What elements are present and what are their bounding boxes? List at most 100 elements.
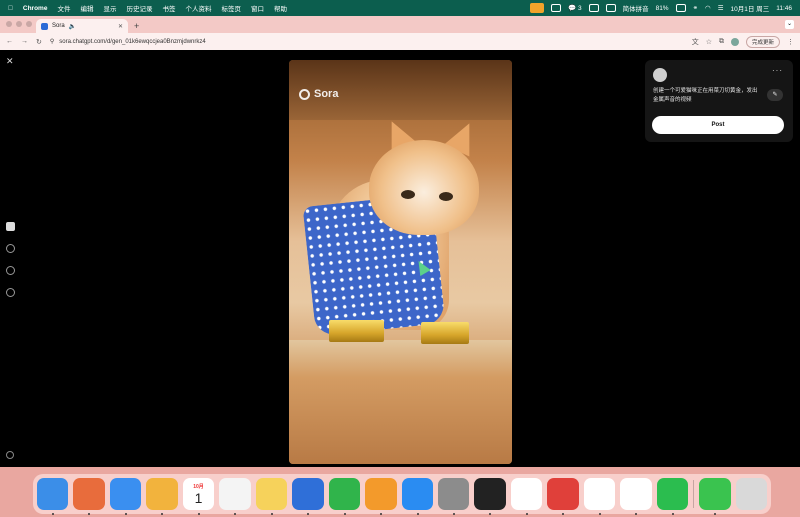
app-store-icon[interactable] bbox=[401, 478, 433, 515]
site-info-icon[interactable]: ⚲ bbox=[50, 38, 54, 45]
url-text[interactable]: sora.chatgpt.com/d/gen_01k6ewqccjea0Bnzm… bbox=[59, 39, 205, 45]
new-tab-button[interactable]: + bbox=[134, 21, 139, 31]
running-indicator bbox=[416, 513, 419, 515]
recording-icon[interactable] bbox=[530, 3, 545, 13]
extensions-icon[interactable]: ⧉ bbox=[719, 38, 724, 46]
running-indicator bbox=[671, 513, 674, 515]
rocket-icon[interactable] bbox=[583, 478, 616, 515]
running-indicator bbox=[197, 513, 200, 515]
menu-date[interactable]: 10月1日 周三 bbox=[731, 3, 770, 13]
more-options-icon[interactable]: ··· bbox=[772, 66, 783, 75]
terminal-icon[interactable] bbox=[474, 478, 506, 515]
prompt-panel: ··· 创建一个可爱猫咪正在用菜刀切黄金，发出金属声音的视频 ✎ Post bbox=[645, 60, 793, 142]
wechat-status-icon[interactable]: 💬 3 bbox=[568, 4, 582, 12]
typora-icon[interactable] bbox=[510, 478, 543, 515]
macos-dock: 10月 1 bbox=[33, 474, 771, 515]
post-button[interactable]: Post bbox=[652, 116, 784, 134]
chrome-icon[interactable] bbox=[620, 478, 652, 515]
cat-head bbox=[369, 140, 479, 235]
freeform-icon[interactable] bbox=[292, 478, 324, 515]
running-indicator bbox=[88, 513, 91, 515]
running-indicator bbox=[489, 513, 492, 515]
settings-icon[interactable] bbox=[6, 451, 14, 459]
mail-icon[interactable] bbox=[109, 478, 142, 515]
tab-title: Sora bbox=[52, 23, 65, 29]
mute-icon[interactable]: 🔈 bbox=[69, 23, 76, 30]
edit-pencil-icon[interactable]: ✎ bbox=[767, 89, 783, 101]
menu-help[interactable]: 帮助 bbox=[274, 3, 287, 13]
reload-icon[interactable]: ↻ bbox=[36, 38, 42, 46]
tab-bar: Sora 🔈 ✕ + ⌄ bbox=[0, 16, 800, 33]
close-window-button[interactable] bbox=[6, 21, 12, 27]
wechat-count: 3 bbox=[577, 5, 582, 12]
close-tab-icon[interactable]: ✕ bbox=[118, 23, 123, 30]
battery-icon[interactable] bbox=[675, 4, 686, 12]
search-icon[interactable] bbox=[6, 244, 15, 253]
notifications-icon[interactable] bbox=[6, 266, 15, 275]
explore-icon[interactable] bbox=[6, 288, 15, 297]
wifi-icon[interactable]: ◠ bbox=[705, 4, 711, 12]
watermark-text: Sora bbox=[314, 88, 339, 100]
minimize-window-button[interactable] bbox=[16, 21, 22, 27]
avatar[interactable] bbox=[653, 68, 667, 82]
forward-arrow-icon[interactable]: → bbox=[21, 38, 28, 45]
menu-time[interactable]: 11:46 bbox=[776, 5, 792, 12]
input-method[interactable]: 简体拼音 bbox=[623, 3, 649, 13]
display-icon[interactable] bbox=[605, 4, 616, 12]
reminders-icon[interactable] bbox=[219, 478, 251, 515]
messages-icon[interactable] bbox=[699, 478, 731, 515]
numbers-icon[interactable] bbox=[328, 478, 361, 515]
running-indicator bbox=[161, 513, 164, 515]
back-arrow-icon[interactable]: ← bbox=[6, 38, 13, 45]
menu-tabs[interactable]: 标签页 bbox=[221, 3, 241, 13]
menu-bookmarks[interactable]: 书签 bbox=[162, 3, 175, 13]
menu-profiles[interactable]: 个人资料 bbox=[185, 3, 211, 13]
running-indicator bbox=[452, 513, 455, 515]
zoom-window-button[interactable] bbox=[26, 21, 32, 27]
system-settings-icon[interactable] bbox=[437, 478, 470, 515]
running-indicator bbox=[525, 513, 528, 515]
launchpad-icon[interactable] bbox=[73, 478, 105, 515]
apple-icon[interactable]:  bbox=[8, 5, 13, 12]
running-indicator bbox=[635, 513, 638, 515]
home-icon[interactable] bbox=[6, 222, 15, 231]
menu-app-name[interactable]: Chrome bbox=[23, 5, 48, 12]
running-indicator bbox=[598, 513, 601, 515]
sora-page: ✕ Sora ··· 创建一个可爱猫咪正在用菜刀切黄金，发出金属声音的视频 ✎ … bbox=[0, 50, 800, 467]
screen-icon[interactable] bbox=[588, 4, 599, 12]
photos-icon[interactable] bbox=[146, 478, 178, 515]
menu-edit[interactable]: 编辑 bbox=[80, 3, 93, 13]
browser-window: Sora 🔈 ✕ + ⌄ ← → ↻ ⚲ sora.chatgpt.com/d/… bbox=[0, 16, 800, 467]
profile-avatar[interactable] bbox=[730, 37, 739, 46]
video-player[interactable]: Sora bbox=[289, 60, 512, 464]
tab-search-chevron-down-icon[interactable]: ⌄ bbox=[785, 20, 794, 29]
control-center-icon[interactable]: ☰ bbox=[718, 4, 724, 12]
wechat-icon[interactable] bbox=[656, 478, 689, 515]
wps-icon[interactable] bbox=[547, 478, 579, 515]
update-button[interactable]: 完成更新 bbox=[745, 35, 780, 48]
browser-toolbar: ← → ↻ ⚲ sora.chatgpt.com/d/gen_01k6ewqcc… bbox=[0, 33, 800, 50]
battery-level[interactable]: 81% bbox=[656, 5, 669, 12]
calendar-month: 10月 bbox=[193, 483, 204, 490]
calendar-icon[interactable]: 10月 1 bbox=[182, 478, 215, 515]
menu-file[interactable]: 文件 bbox=[57, 3, 70, 13]
finder-icon[interactable] bbox=[37, 478, 69, 515]
bookmark-star-icon[interactable]: ☆ bbox=[706, 38, 712, 46]
running-indicator bbox=[380, 513, 383, 515]
menu-history[interactable]: 历史记录 bbox=[126, 3, 152, 13]
pages-icon[interactable] bbox=[365, 478, 397, 515]
address-bar[interactable]: ⚲ sora.chatgpt.com/d/gen_01k6ewqccjea0Bn… bbox=[50, 36, 684, 48]
window-controls bbox=[6, 21, 32, 27]
translate-icon[interactable]: 文 bbox=[692, 37, 699, 47]
trash-icon[interactable] bbox=[735, 478, 768, 510]
menu-window[interactable]: 窗口 bbox=[251, 3, 264, 13]
running-indicator bbox=[343, 513, 346, 515]
link-icon[interactable]: ⚭ bbox=[693, 4, 698, 12]
status-app-icon[interactable] bbox=[551, 4, 562, 12]
tab-sora[interactable]: Sora 🔈 ✕ bbox=[36, 19, 128, 33]
close-icon[interactable]: ✕ bbox=[6, 56, 14, 67]
browser-menu-icon[interactable]: ⋮ bbox=[787, 38, 794, 46]
notes-icon[interactable] bbox=[255, 478, 288, 515]
menu-view[interactable]: 显示 bbox=[103, 3, 116, 13]
video-table bbox=[289, 340, 512, 464]
